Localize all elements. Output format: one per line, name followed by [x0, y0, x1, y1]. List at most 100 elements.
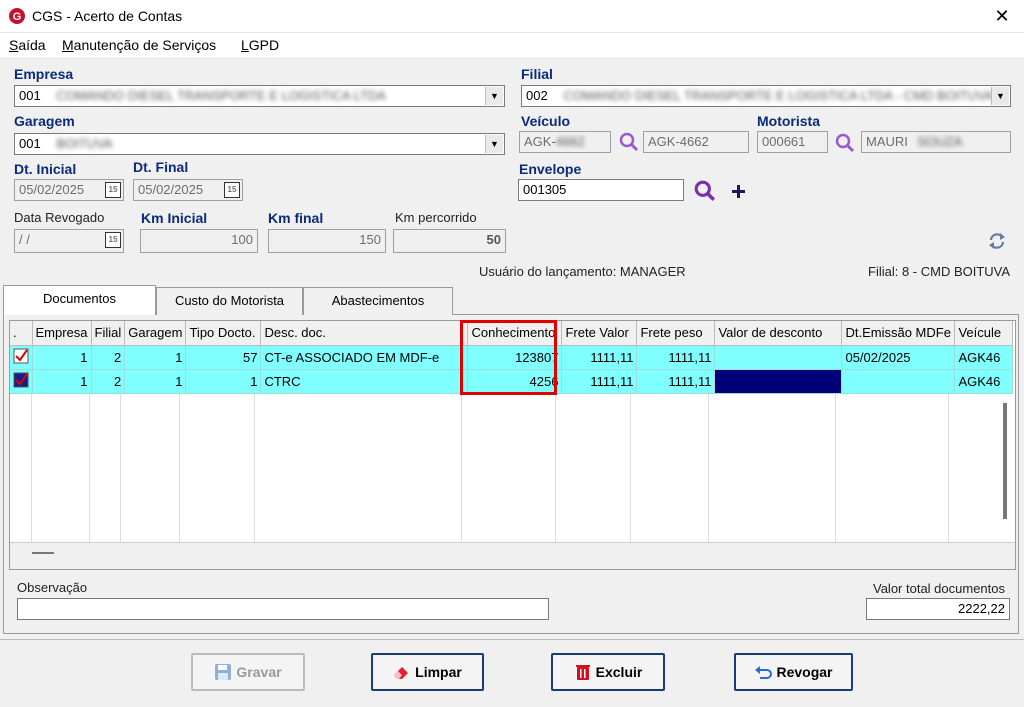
cell[interactable]: AGK46: [954, 345, 1014, 370]
observacao-input[interactable]: [17, 598, 549, 620]
cell[interactable]: 1: [124, 345, 187, 370]
col-header[interactable]: .: [10, 321, 33, 346]
col-header[interactable]: Garagem: [124, 321, 187, 346]
table-row[interactable]: 1 2 1 57 CT-e ASSOCIADO EM MDF-e 123807 …: [10, 345, 1014, 370]
dt-inicial-value: 05/02/2025: [19, 182, 85, 197]
tab-documentos[interactable]: Documentos: [3, 285, 156, 315]
cell-selected[interactable]: [714, 369, 843, 394]
tab-custo-motorista[interactable]: Custo do Motorista: [156, 287, 303, 315]
motorista-desc: MAURI SOUZA: [861, 131, 1011, 153]
col-header[interactable]: Valor de desconto: [714, 321, 843, 346]
empresa-code: 001: [19, 88, 41, 103]
cell-conhecimento[interactable]: 4256: [467, 369, 563, 394]
col-header[interactable]: Empresa: [32, 321, 92, 346]
cell[interactable]: [841, 369, 956, 394]
col-header[interactable]: Veícule: [954, 321, 1014, 346]
km-inicial-input[interactable]: 100: [140, 229, 258, 253]
cell[interactable]: 1: [32, 369, 92, 394]
filial-name: COMANDO DIESEL TRANSPORTE E LOGISTICA LT…: [563, 88, 994, 103]
menu-lgpd[interactable]: LGPD: [241, 37, 279, 53]
km-percorrido-value: 50: [393, 229, 506, 253]
cell[interactable]: 2: [91, 369, 126, 394]
grid-footer: [10, 542, 1015, 569]
search-icon[interactable]: [694, 180, 716, 202]
cell[interactable]: 57: [185, 345, 262, 370]
km-inicial-label: Km Inicial: [141, 210, 208, 226]
cell[interactable]: CT-e ASSOCIADO EM MDF-e: [260, 345, 469, 370]
refresh-icon[interactable]: [987, 231, 1007, 251]
cell-conhecimento[interactable]: 123807: [467, 345, 563, 370]
motorista-label: Motorista: [757, 113, 820, 129]
revogar-button[interactable]: Revogar: [734, 653, 853, 691]
excluir-label: Excluir: [595, 664, 643, 680]
dt-final-label: Dt. Final: [133, 159, 189, 175]
garagem-name: BOITUVA: [56, 136, 113, 151]
search-icon[interactable]: [835, 133, 855, 153]
motorista-name-blurred: SOUZA: [917, 134, 963, 149]
cell[interactable]: [714, 345, 843, 370]
col-header[interactable]: Frete peso: [636, 321, 716, 346]
cell[interactable]: 1111,11: [636, 345, 716, 370]
svg-text:G: G: [13, 11, 22, 23]
col-header-conhecimento[interactable]: Conhecimento: [467, 321, 563, 346]
tab-abastecimentos[interactable]: Abastecimentos: [303, 287, 453, 315]
gravar-button[interactable]: Gravar: [191, 653, 305, 691]
chevron-down-icon[interactable]: ▼: [485, 135, 503, 153]
cell[interactable]: CTRC: [260, 369, 469, 394]
motorista-input[interactable]: 000661: [757, 131, 828, 153]
chevron-down-icon[interactable]: ▼: [485, 87, 503, 105]
dt-inicial-input[interactable]: 05/02/2025 15: [14, 179, 124, 201]
cell[interactable]: 2: [91, 345, 126, 370]
veiculo-input[interactable]: AGK-4662: [519, 131, 611, 153]
cell[interactable]: AGK46: [954, 369, 1014, 394]
km-final-input[interactable]: 150: [268, 229, 386, 253]
scrollbar[interactable]: [1003, 403, 1007, 519]
limpar-button[interactable]: Limpar: [371, 653, 484, 691]
footer-dash: [32, 552, 54, 554]
data-revogado-input[interactable]: / / 15: [14, 229, 124, 253]
col-header[interactable]: Frete Valor: [561, 321, 638, 346]
trash-icon: [575, 664, 590, 680]
row-checkbox[interactable]: [10, 345, 33, 370]
chevron-down-icon[interactable]: ▼: [991, 87, 1009, 105]
cell[interactable]: 1: [185, 369, 262, 394]
documents-table: . Empresa Filial Garagem Tipo Docto. Des…: [10, 321, 1014, 394]
plus-icon[interactable]: [732, 185, 745, 198]
search-icon[interactable]: [619, 132, 639, 152]
documents-grid[interactable]: . Empresa Filial Garagem Tipo Docto. Des…: [9, 320, 1016, 570]
revogar-label: Revogar: [776, 664, 833, 680]
menu-saida[interactable]: Saída: [9, 37, 46, 53]
filial-select[interactable]: 002 COMANDO DIESEL TRANSPORTE E LOGISTIC…: [521, 85, 1011, 107]
window-title: CGS - Acerto de Contas: [32, 8, 183, 24]
empresa-select[interactable]: 001 COMANDO DIESEL TRANSPORTE E LOGISTIC…: [14, 85, 505, 107]
veiculo-label: Veículo: [521, 113, 571, 129]
envelope-input[interactable]: 001305: [518, 179, 684, 201]
table-row[interactable]: 1 2 1 1 CTRC 4256 1111,11 1111,11 AGK46: [10, 369, 1014, 394]
col-header[interactable]: Filial: [91, 321, 126, 346]
garagem-select[interactable]: 001 BOITUVA ▼: [14, 133, 505, 155]
calendar-icon[interactable]: 15: [105, 182, 121, 198]
calendar-icon[interactable]: 15: [224, 182, 240, 198]
col-header[interactable]: Dt.Emissão MDFe: [841, 321, 956, 346]
cell[interactable]: 1: [124, 369, 187, 394]
col-header[interactable]: Tipo Docto.: [185, 321, 262, 346]
calendar-icon[interactable]: 15: [105, 232, 121, 248]
close-icon[interactable]: ✕: [990, 4, 1014, 28]
filial-label: Filial: [521, 66, 553, 82]
cell[interactable]: 1111,11: [561, 345, 638, 370]
title-bar: G CGS - Acerto de Contas ✕: [0, 0, 1024, 33]
cell[interactable]: 1111,11: [636, 369, 716, 394]
cell[interactable]: 05/02/2025: [841, 345, 956, 370]
dt-final-input[interactable]: 05/02/2025 15: [133, 179, 243, 201]
data-revogado-value: / /: [19, 232, 30, 247]
col-header[interactable]: Desc. doc.: [260, 321, 469, 346]
cell[interactable]: 1: [32, 345, 92, 370]
excluir-button[interactable]: Excluir: [551, 653, 665, 691]
menu-manutencao[interactable]: Manutenção de Serviços: [62, 37, 216, 53]
divider: [0, 639, 1024, 640]
row-checkbox[interactable]: [10, 369, 33, 394]
check-icon[interactable]: [13, 348, 29, 364]
cell[interactable]: 1111,11: [561, 369, 638, 394]
km-percorrido-label: Km percorrido: [395, 210, 477, 225]
check-icon[interactable]: [13, 372, 29, 388]
